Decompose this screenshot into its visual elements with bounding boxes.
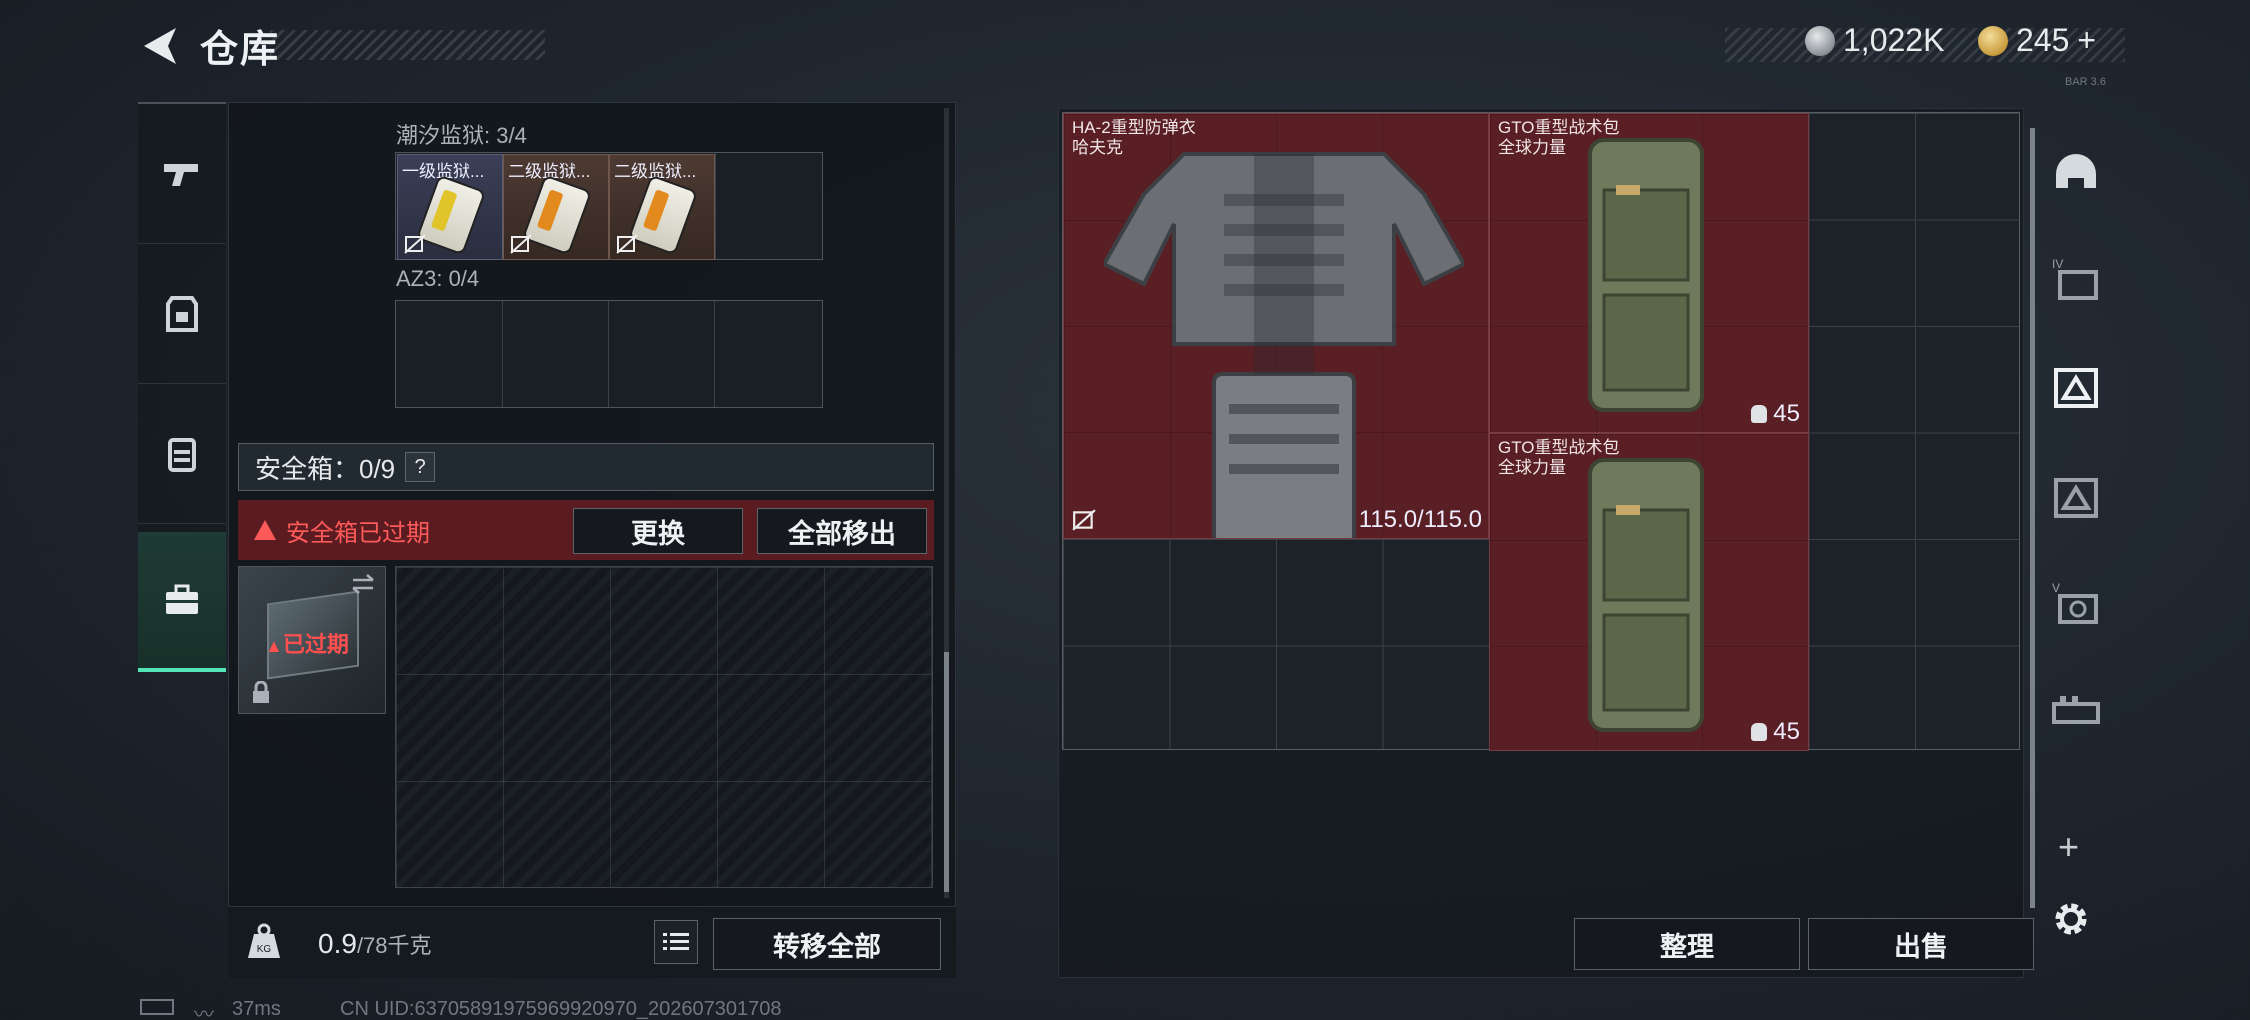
replace-button[interactable]: 更换: [573, 508, 743, 554]
capacity-icon: [1751, 723, 1768, 741]
no-bind-icon: [510, 234, 532, 254]
vest-image: [1104, 152, 1464, 538]
helmet-icon: [2056, 154, 2096, 188]
silver-coin-icon: [1805, 25, 1835, 56]
capacity-value: 45: [1751, 400, 1800, 428]
silver-currency: 1,022K: [1805, 22, 1944, 59]
svg-text:V: V: [2052, 581, 2060, 595]
storage-grid: HA-2重型防弹衣 哈夫克 115.0/115.0 GTO重型战术包 全球力量 45…: [1062, 112, 2020, 751]
lock-icon: [253, 681, 269, 703]
armor-icon: [166, 295, 198, 332]
weight-readout: 0.9/78千克: [318, 928, 432, 960]
sort-button[interactable]: 整理: [1574, 918, 1800, 970]
toolbox-icon: [166, 584, 198, 614]
no-bind-icon: [404, 234, 426, 254]
gear-tab[interactable]: [138, 244, 226, 384]
version-text: BAR 3.6: [2065, 76, 2106, 88]
safebox-tab[interactable]: [138, 532, 226, 672]
no-bind-icon: [1072, 509, 1096, 531]
empty-slot[interactable]: [396, 301, 503, 407]
safebox-slot[interactable]: ▲已过期: [238, 566, 386, 714]
weight-value: 0.9: [318, 928, 357, 959]
safebox-expired-status: ▲已过期: [265, 632, 349, 657]
backpack-icon: [168, 437, 196, 472]
keycard-image: [524, 177, 590, 253]
empty-slot[interactable]: [715, 153, 823, 259]
container-icon: [2054, 368, 2098, 408]
sell-button[interactable]: 出售: [1808, 918, 2034, 970]
list-icon: [663, 933, 689, 950]
gold-coin-icon: [1978, 25, 2008, 56]
left-category-tabs: [138, 102, 226, 672]
add-container-icon[interactable]: +: [2058, 826, 2079, 868]
gold-amount: 245: [2016, 22, 2070, 58]
container-slot-active[interactable]: [2046, 358, 2106, 418]
back-arrow-icon[interactable]: [138, 24, 182, 68]
svg-text:IV: IV: [2052, 257, 2063, 271]
container-icon: V: [2052, 581, 2098, 624]
keycard-grid-az3: [395, 300, 823, 408]
svg-text:KG: KG: [257, 944, 272, 955]
wifi-icon: 〰: [194, 1004, 214, 1020]
container-slot-iv[interactable]: IV: [2046, 250, 2106, 310]
section-label-az3: AZ3: 0/4: [396, 266, 480, 291]
safebox-header: 安全箱：0/9 ?: [238, 443, 934, 491]
ping-text: 37ms: [232, 998, 281, 1020]
safebox-grid: [395, 566, 933, 888]
backpack-image: [1588, 458, 1704, 732]
empty-slot[interactable]: [715, 301, 822, 407]
container-icon: [2054, 478, 2098, 518]
backpack-item[interactable]: GTO重型战术包 全球力量 45: [1489, 433, 1809, 751]
warning-icon: [254, 520, 276, 540]
backpack-image: [1588, 138, 1704, 412]
help-icon[interactable]: ?: [405, 452, 436, 482]
expired-warning-text: 安全箱已过期: [286, 519, 430, 547]
page-title: 仓库: [200, 29, 281, 71]
empty-slot[interactable]: [503, 301, 609, 407]
backpack-tab[interactable]: [138, 384, 226, 524]
silver-amount: 1,022K: [1843, 22, 1945, 58]
empty-slot[interactable]: [609, 301, 715, 407]
gold-currency[interactable]: 245 +: [1978, 22, 2096, 59]
armor-item[interactable]: HA-2重型防弹衣 哈夫克 115.0/115.0: [1063, 113, 1489, 539]
container-icon: IV: [2052, 257, 2098, 300]
weight-max: /78千克: [356, 933, 432, 958]
helmet-slot[interactable]: [2046, 144, 2106, 204]
section-label-tidal-prison: 潮汐监狱: 3/4: [396, 123, 527, 148]
container-sidebar: IV V: [2032, 128, 2108, 808]
container-slot-3[interactable]: [2046, 680, 2106, 740]
container-slot-2[interactable]: [2046, 468, 2106, 528]
weapons-tab[interactable]: [138, 104, 226, 244]
item-name: HA-2重型防弹衣 哈夫克: [1072, 118, 1196, 157]
add-gold-icon[interactable]: +: [2077, 22, 2096, 59]
list-view-button[interactable]: [654, 920, 698, 964]
pistol-icon: [164, 163, 198, 186]
durability-value: 115.0/115.0: [1358, 506, 1482, 533]
keycard-item[interactable]: 二级监狱...: [609, 154, 715, 260]
keycard-image: [418, 177, 484, 253]
keycard-item[interactable]: 二级监狱...: [503, 154, 609, 260]
swap-icon[interactable]: [349, 573, 377, 595]
item-name: GTO重型战术包 全球力量: [1498, 118, 1620, 157]
transfer-all-button[interactable]: 转移全部: [713, 918, 941, 970]
no-bind-icon: [616, 234, 638, 254]
scrollbar-thumb[interactable]: [944, 652, 949, 892]
title-decoration: [270, 30, 545, 60]
capacity-icon: [1751, 405, 1768, 423]
container-icon: [2052, 696, 2100, 724]
keycard-image: [630, 177, 696, 253]
keycard-grid-tidal-prison: 一级监狱... 二级监狱... 二级监狱...: [395, 152, 823, 260]
item-name: GTO重型战术包 全球力量: [1498, 438, 1620, 477]
container-slot-v[interactable]: V: [2046, 574, 2106, 634]
safebox-label: 安全箱：0/9: [255, 453, 396, 484]
capacity-value: 45: [1751, 718, 1800, 746]
uid-text: CN UID:6370589197596992097​0_20260730170…: [340, 998, 782, 1020]
keycard-item[interactable]: 一级监狱...: [397, 154, 503, 260]
battery-icon: [140, 998, 174, 1020]
backpack-item[interactable]: GTO重型战术包 全球力量 45: [1489, 113, 1809, 433]
move-all-out-button[interactable]: 全部移出: [757, 508, 927, 554]
weight-icon: KG: [248, 923, 280, 958]
gear-icon[interactable]: [2050, 898, 2092, 940]
